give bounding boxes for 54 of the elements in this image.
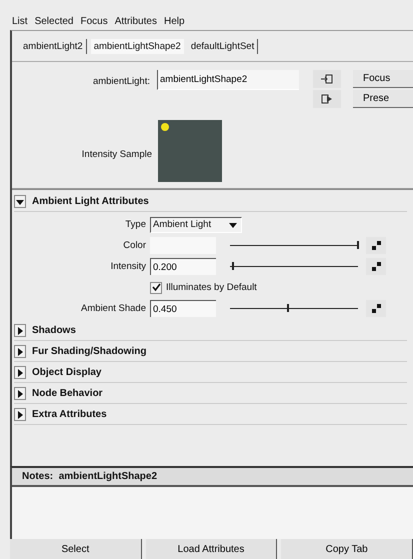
section-header[interactable]: Shadows — [14, 321, 407, 341]
attribute-label: Color — [122, 240, 147, 251]
type-dropdown[interactable]: Ambient Light — [150, 216, 242, 232]
map-icon-button[interactable] — [366, 258, 386, 275]
value-field[interactable]: 0.200 — [150, 258, 216, 275]
triangle-icon — [16, 410, 24, 418]
checkbox-label: Illuminates by Default — [166, 282, 257, 293]
triangle-icon — [16, 198, 24, 206]
menu-item[interactable]: Help — [164, 16, 185, 27]
triangle-icon — [16, 390, 24, 398]
field-label: ambientLight: — [92, 75, 150, 87]
attribute-label: Ambient Shade — [80, 303, 147, 314]
notes-header: Notes: ambientLightShape2 — [12, 468, 413, 487]
tab[interactable]: defaultLightSet — [188, 38, 258, 54]
triangle-icon — [16, 326, 24, 334]
checkbox[interactable] — [150, 282, 162, 294]
header-button[interactable]: Focus — [353, 70, 413, 88]
header-button[interactable]: Prese — [353, 90, 413, 108]
section-header[interactable]: Object Display — [14, 363, 407, 383]
map-icon-button[interactable] — [366, 300, 386, 317]
section-header[interactable]: Fur Shading/Shadowing — [14, 342, 407, 362]
tab[interactable]: ambientLight2 — [20, 38, 87, 54]
slider[interactable] — [230, 260, 358, 272]
arrow-into-box-icon — [321, 74, 333, 84]
bottom-button[interactable]: Load Attributes — [146, 539, 278, 559]
section-header[interactable]: Extra Attributes — [14, 405, 407, 425]
slider[interactable] — [230, 240, 358, 252]
menu-item[interactable]: Focus — [80, 16, 108, 27]
bottom-button[interactable]: Copy Tab — [281, 539, 413, 559]
triangle-icon — [16, 348, 24, 356]
section-header[interactable]: Ambient Light Attributes — [14, 192, 407, 212]
map-icon-button[interactable] — [366, 237, 386, 254]
section-header[interactable]: Node Behavior — [14, 384, 407, 404]
map-icon — [372, 262, 380, 271]
node-name-field[interactable]: ambientLightShape2 — [157, 70, 299, 90]
slider[interactable] — [230, 302, 358, 314]
menu-item[interactable]: List — [12, 16, 28, 27]
attribute-label: Type — [124, 219, 147, 230]
dropdown-arrow-icon — [229, 222, 237, 228]
output-icon-button[interactable] — [313, 90, 341, 108]
map-icon — [372, 241, 380, 250]
box-with-arrow-icon — [321, 94, 333, 104]
notes-field[interactable] — [12, 487, 413, 539]
intensity-swatch-drawing — [158, 120, 222, 182]
bottom-button[interactable]: Select — [10, 539, 142, 559]
menu-item[interactable]: Attributes — [114, 16, 157, 27]
map-icon — [372, 304, 380, 313]
sample-label: Intensity Sample — [80, 148, 152, 160]
tab[interactable]: ambientLightShape2 — [90, 38, 184, 54]
value-field[interactable]: 0.450 — [150, 300, 216, 317]
attribute-label: Intensity — [110, 261, 147, 272]
load-icon-button[interactable] — [313, 70, 341, 88]
menu-item[interactable]: Selected — [34, 16, 74, 27]
triangle-icon — [16, 368, 24, 376]
